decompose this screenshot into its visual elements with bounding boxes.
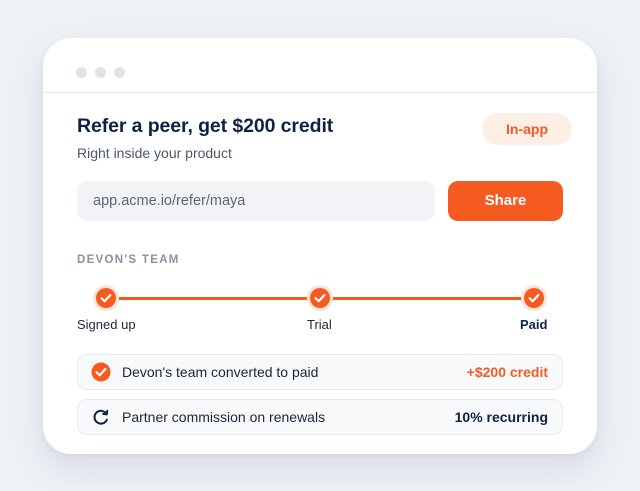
- activity-row-text: Devon's team converted to paid: [122, 364, 319, 380]
- team-section-label: DEVON'S TEAM: [77, 254, 180, 266]
- step-trial-check-icon: [310, 288, 330, 308]
- step-signed-up-check-icon: [96, 288, 116, 308]
- commission-rate: 10% recurring: [454, 409, 548, 425]
- card-title: Refer a peer, get $200 credit: [77, 115, 334, 137]
- window-dot-3: [114, 67, 125, 78]
- activity-row-converted: Devon's team converted to paid +$200 cre…: [77, 354, 563, 390]
- in-app-badge: In-app: [482, 113, 572, 145]
- window-dot-1: [76, 67, 87, 78]
- check-circle-icon: [91, 362, 111, 382]
- share-button[interactable]: Share: [448, 181, 563, 221]
- step-label-paid: Paid: [520, 317, 548, 332]
- window-titlebar: [43, 38, 597, 93]
- card-subtitle: Right inside your product: [77, 145, 232, 161]
- window-dot-2: [95, 67, 106, 78]
- credit-amount: +$200 credit: [466, 364, 548, 380]
- step-label-trial: Trial: [307, 317, 332, 332]
- step-label-signed-up: Signed up: [77, 317, 136, 332]
- refresh-icon: [91, 407, 111, 427]
- referral-card-window: Refer a peer, get $200 credit Right insi…: [43, 38, 597, 454]
- referral-link-field[interactable]: app.acme.io/refer/maya: [77, 181, 435, 221]
- activity-row-commission: Partner commission on renewals 10% recur…: [77, 399, 563, 435]
- activity-row-text: Partner commission on renewals: [122, 409, 326, 425]
- step-paid-check-icon: [524, 288, 544, 308]
